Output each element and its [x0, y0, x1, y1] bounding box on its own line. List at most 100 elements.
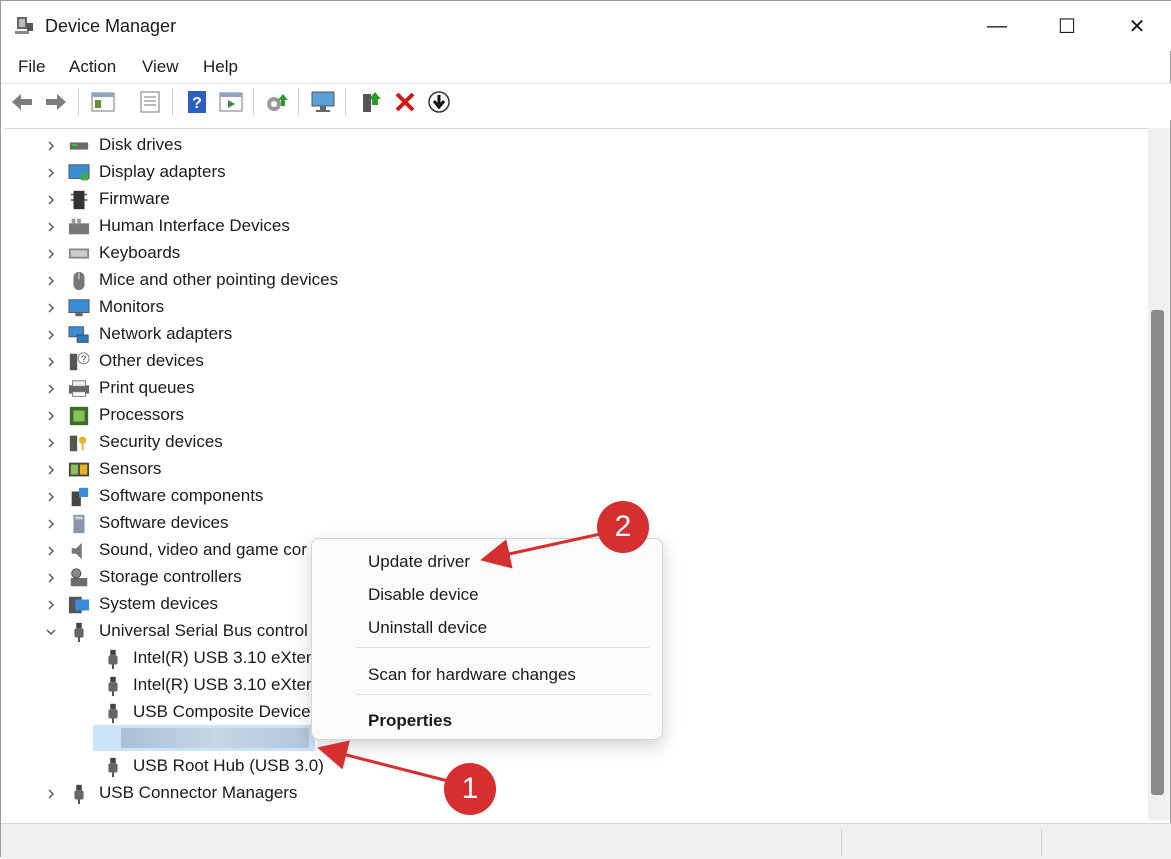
chevron-right-icon[interactable] — [45, 167, 57, 179]
chevron-right-icon[interactable] — [45, 545, 57, 557]
chevron-right-icon[interactable] — [45, 410, 57, 422]
chevron-right-icon[interactable] — [45, 491, 57, 503]
tree-category-item[interactable]: Software components — [5, 483, 1145, 510]
tree-category-item[interactable]: Security devices — [5, 429, 1145, 456]
disk-icon — [69, 142, 89, 150]
menu-view[interactable]: View — [142, 57, 179, 77]
uninstall-device-button[interactable] — [392, 89, 418, 115]
tree-category-item[interactable]: Mice and other pointing devices — [5, 267, 1145, 294]
tree-child-item[interactable]: USB Root Hub (USB 3.0) — [5, 753, 1145, 780]
system-icon — [68, 596, 90, 614]
status-separator — [841, 828, 842, 856]
chevron-right-icon[interactable] — [45, 356, 57, 368]
chevron-right-icon[interactable] — [45, 329, 57, 341]
chevron-right-icon[interactable] — [45, 599, 57, 611]
network-icon — [68, 326, 89, 343]
context-update-driver[interactable]: Update driver — [368, 552, 470, 572]
keyboard-icon — [68, 248, 90, 259]
context-separator — [356, 694, 650, 695]
chevron-right-icon[interactable] — [45, 248, 57, 260]
chevron-down-icon[interactable] — [45, 626, 57, 638]
chevron-right-icon[interactable] — [45, 221, 57, 233]
help-icon: ? — [188, 91, 206, 113]
vertical-scrollbar[interactable] — [1148, 128, 1170, 820]
context-scan-hardware[interactable]: Scan for hardware changes — [368, 665, 576, 685]
update-driver-toolbar-button[interactable] — [264, 89, 290, 115]
update-driver-icon — [267, 94, 288, 111]
chevron-right-icon[interactable] — [45, 572, 57, 584]
title-bar: Device Manager — ☐ ✕ — [1, 1, 1171, 51]
properties-toolbar-button[interactable] — [137, 89, 163, 115]
context-uninstall-device[interactable]: Uninstall device — [368, 618, 487, 638]
usb-icon — [108, 649, 118, 670]
usb-icon — [74, 784, 84, 805]
tree-item-label: Intel(R) USB 3.10 eXtens — [133, 648, 324, 667]
tree-category-item[interactable]: Processors — [5, 402, 1145, 429]
tree-category-item[interactable]: Software devices — [5, 510, 1145, 537]
toolbar-separator — [78, 88, 79, 116]
toolbar-separator — [172, 88, 173, 116]
back-button[interactable] — [9, 89, 35, 115]
properties-icon — [140, 91, 160, 113]
chevron-right-icon[interactable] — [45, 518, 57, 530]
show-hide-console-tree-button[interactable] — [90, 89, 116, 115]
tree-category-item[interactable]: Network adapters — [5, 321, 1145, 348]
chip-icon — [70, 190, 88, 210]
close-button[interactable]: ✕ — [1102, 1, 1171, 51]
action-pane-button[interactable] — [218, 89, 244, 115]
menu-action[interactable]: Action — [69, 57, 116, 77]
tree-item-label: Security devices — [99, 432, 223, 451]
chevron-right-icon[interactable] — [45, 788, 57, 800]
tree-category-item[interactable]: Display adapters — [5, 159, 1145, 186]
storage-icon — [70, 568, 88, 587]
toolbar-separator — [345, 88, 346, 116]
context-menu: Update driver Disable device Uninstall d… — [311, 538, 663, 740]
chevron-right-icon[interactable] — [45, 464, 57, 476]
device-manager-icon — [15, 17, 33, 34]
action-pane-icon — [219, 92, 243, 112]
enable-device-button[interactable] — [358, 89, 384, 115]
back-arrow-icon — [12, 94, 32, 110]
chevron-right-icon[interactable] — [45, 194, 57, 206]
tree-category-item[interactable]: Sensors — [5, 456, 1145, 483]
chevron-right-icon[interactable] — [45, 302, 57, 314]
tree-category-item[interactable]: Firmware — [5, 186, 1145, 213]
tree-category-item[interactable]: USB Connector Managers — [5, 780, 1145, 807]
svg-text:?: ? — [81, 354, 86, 364]
tree-item-label: Other devices — [99, 351, 204, 370]
tree-category-item[interactable]: ? Other devices — [5, 348, 1145, 375]
processor-icon — [69, 406, 89, 426]
chevron-right-icon[interactable] — [45, 275, 57, 287]
down-arrow-circle-icon — [428, 91, 450, 113]
tree-category-item[interactable]: Keyboards — [5, 240, 1145, 267]
menu-help[interactable]: Help — [203, 57, 238, 77]
minimize-button[interactable]: — — [962, 1, 1032, 51]
status-bar — [1, 823, 1171, 859]
scan-hardware-button[interactable] — [310, 89, 336, 115]
menu-file[interactable]: File — [18, 57, 45, 77]
chevron-right-icon[interactable] — [45, 437, 57, 449]
chevron-right-icon[interactable] — [45, 383, 57, 395]
tree-item-label: USB Composite Device — [133, 702, 311, 721]
tree-category-item[interactable]: Disk drives — [5, 132, 1145, 159]
tree-category-item[interactable]: Monitors — [5, 294, 1145, 321]
forward-arrow-icon — [46, 94, 66, 110]
tree-category-item[interactable]: Human Interface Devices — [5, 213, 1145, 240]
help-button[interactable]: ? — [184, 89, 210, 115]
chevron-right-icon[interactable] — [45, 140, 57, 152]
speaker-icon — [71, 542, 82, 560]
window-title: Device Manager — [45, 16, 177, 36]
maximize-button[interactable]: ☐ — [1032, 1, 1102, 51]
tree-category-item[interactable]: Print queues — [5, 375, 1145, 402]
enable-device-icon — [363, 92, 381, 112]
printer-icon — [68, 380, 90, 397]
context-disable-device[interactable]: Disable device — [368, 585, 479, 605]
forward-button[interactable] — [43, 89, 69, 115]
scrollbar-thumb[interactable] — [1151, 310, 1164, 795]
context-properties[interactable]: Properties — [368, 711, 452, 731]
device-manager-window: Device Manager — ☐ ✕ File Action View He… — [0, 0, 1171, 859]
disable-device-button[interactable] — [426, 89, 452, 115]
security-icon — [69, 435, 87, 452]
tree-item-label: USB Root Hub (USB 3.0) — [133, 756, 324, 775]
tree-item-label: Network adapters — [99, 324, 233, 343]
